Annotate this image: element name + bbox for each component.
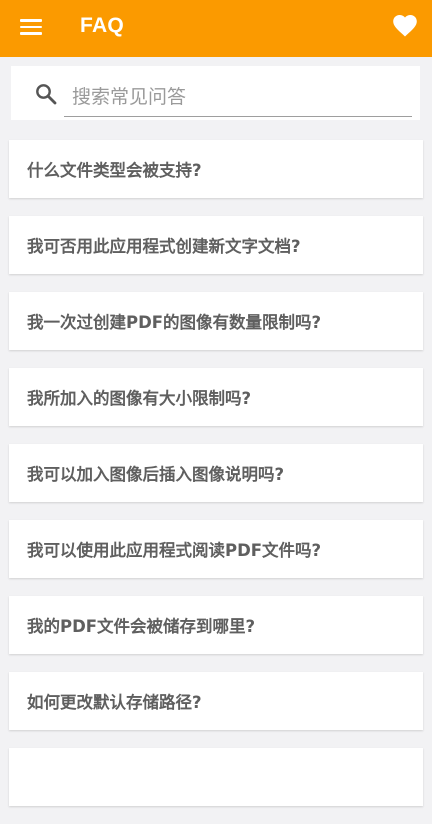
faq-question: 我可否用此应用程式创建新文字文档? xyxy=(27,237,301,256)
page-title: FAQ xyxy=(80,14,125,37)
faq-question: 我的PDF文件会被储存到哪里? xyxy=(27,617,256,636)
menu-line xyxy=(20,19,42,22)
search-input[interactable] xyxy=(64,77,412,117)
hamburger-menu-icon[interactable] xyxy=(20,18,42,36)
search-bar xyxy=(11,66,420,120)
faq-item[interactable]: 如何更改默认存储路径? xyxy=(9,672,423,730)
faq-item[interactable]: 我可否用此应用程式创建新文字文档? xyxy=(9,216,423,274)
faq-question: 如何更改默认存储路径? xyxy=(27,693,202,712)
faq-item[interactable]: 我一次过创建PDF的图像有数量限制吗? xyxy=(9,292,423,350)
faq-question: 我可以使用此应用程式阅读PDF文件吗? xyxy=(27,541,322,560)
faq-item[interactable]: 我可以加入图像后插入图像说明吗? xyxy=(9,444,423,502)
menu-line xyxy=(20,32,42,35)
faq-question: 我一次过创建PDF的图像有数量限制吗? xyxy=(27,313,322,332)
faq-item[interactable]: 我可以使用此应用程式阅读PDF文件吗? xyxy=(9,520,423,578)
faq-item[interactable]: 我所加入的图像有大小限制吗? xyxy=(9,368,423,426)
search-icon xyxy=(35,83,57,105)
faq-question: 我可以加入图像后插入图像说明吗? xyxy=(27,465,285,484)
faq-list: 什么文件类型会被支持? 我可否用此应用程式创建新文字文档? 我一次过创建PDF的… xyxy=(9,140,423,824)
app-bar: FAQ xyxy=(0,0,432,57)
faq-item[interactable]: 什么文件类型会被支持? xyxy=(9,140,423,198)
heart-icon[interactable] xyxy=(393,15,417,37)
faq-question: 我所加入的图像有大小限制吗? xyxy=(27,389,252,408)
faq-item[interactable]: 我的PDF文件会被储存到哪里? xyxy=(9,596,423,654)
faq-question: 什么文件类型会被支持? xyxy=(27,161,202,180)
faq-item-partial[interactable] xyxy=(9,748,423,806)
menu-line xyxy=(20,25,42,29)
